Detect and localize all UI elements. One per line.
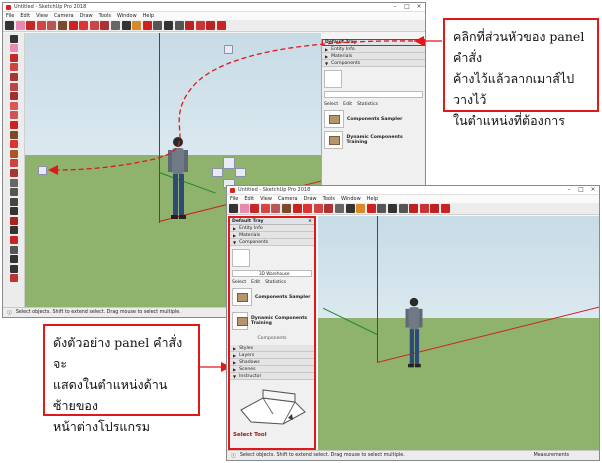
search-input[interactable]: 3D Warehouse — [259, 271, 290, 276]
info-icon: ⓘ — [231, 454, 236, 459]
eraser-icon[interactable] — [239, 204, 249, 213]
move-tool-icon[interactable] — [292, 204, 302, 213]
orbit-icon[interactable] — [366, 204, 376, 213]
text-tool-icon[interactable] — [345, 204, 355, 213]
component-preview — [232, 249, 250, 267]
panel-components[interactable]: ▼ Components — [230, 239, 314, 246]
component-name: Dynamic Components Training — [250, 316, 308, 326]
tray-close-icon[interactable]: × — [308, 219, 312, 224]
minimize-icon[interactable]: – — [563, 186, 575, 194]
menu-file[interactable]: File — [230, 196, 238, 202]
scale-tool-icon[interactable] — [313, 204, 323, 213]
close-icon[interactable]: × — [587, 186, 599, 194]
paint-bucket-icon[interactable] — [356, 204, 366, 213]
measurements-label: Measurements — [533, 453, 569, 458]
select-tool-icon[interactable] — [229, 204, 238, 213]
panel-layers[interactable]: ▶ Layers — [230, 352, 314, 359]
callout-line: แสดงในตำแหน่งด้านซ้ายของ — [53, 377, 168, 413]
panel-shadows[interactable]: ▶ Shadows — [230, 359, 314, 366]
callout-line: คลิกที่ส่วนหัวของ panel คำสั่ง — [453, 29, 585, 65]
expand-arrow-icon: ▶ — [233, 359, 237, 365]
pan-icon[interactable] — [377, 204, 387, 213]
menu-help[interactable]: Help — [367, 196, 378, 202]
3d-viewport[interactable] — [318, 216, 599, 450]
tray-title: Default Tray — [232, 218, 264, 224]
line-tool-icon[interactable] — [250, 204, 260, 213]
blue-axis — [377, 216, 378, 362]
callout-line: ดังตัวอย่าง panel คำสั่งจะ — [53, 335, 183, 371]
panel-label: Layers — [239, 352, 255, 358]
warehouse-icon[interactable] — [409, 204, 419, 213]
collapse-arrow-icon: ▼ — [233, 373, 237, 379]
status-bar: ⓘ Select objects. Shift to extend select… — [227, 450, 599, 460]
search-bar[interactable]: 3D Warehouse — [232, 270, 312, 277]
panel-scenes[interactable]: ▶ Scenes — [230, 366, 314, 373]
expand-arrow-icon: ▶ — [233, 366, 237, 372]
zoom-icon[interactable] — [387, 204, 397, 213]
panel-styles[interactable]: ▶ Styles — [230, 345, 314, 352]
status-text: Select objects. Shift to extend select. … — [239, 453, 405, 458]
expand-arrow-icon: ▶ — [233, 225, 237, 231]
panel-label: Materials — [239, 232, 261, 238]
component-item[interactable]: Dynamic Components Training — [232, 312, 312, 330]
expand-arrow-icon: ▶ — [233, 232, 237, 238]
menu-bar: File Edit View Camera Draw Tools Window … — [227, 195, 599, 203]
tab-edit[interactable]: Edit — [251, 280, 260, 285]
title-bar: Untitled - SketchUp Pro 2018 – □ × — [227, 186, 599, 195]
component-item[interactable]: Components Sampler — [232, 288, 312, 306]
sketchup-window-bottom: Untitled - SketchUp Pro 2018 – □ × File Ed… — [226, 185, 600, 461]
pushpull-icon[interactable] — [281, 204, 291, 213]
panel-label: Components — [239, 239, 269, 245]
collapse-arrow-icon: ▼ — [233, 239, 237, 245]
expand-arrow-icon: ▶ — [233, 345, 237, 351]
extension-warehouse-icon[interactable] — [419, 204, 429, 213]
zoom-extents-icon[interactable] — [398, 204, 408, 213]
callout-line: ค้างไว้แล้วลากเมาส์ไปวางไว้ — [453, 71, 575, 107]
default-tray-docked-left: Default Tray × ▶ Entity Info ▶ Materials ▼… — [228, 216, 316, 450]
ground — [318, 318, 599, 450]
panel-label: Entity Info — [239, 225, 263, 231]
rotate-tool-icon[interactable] — [303, 204, 313, 213]
window-title: Untitled - SketchUp Pro 2018 — [238, 187, 311, 193]
callout-line: ในตำแหน่งที่ต้องการ — [453, 113, 565, 128]
component-name: Components Sampler — [255, 294, 311, 300]
maximize-icon[interactable]: □ — [575, 186, 587, 194]
callout-top: คลิกที่ส่วนหัวของ panel คำสั่ง ค้างไว้แล… — [443, 18, 599, 128]
panel-label: Instructor — [239, 373, 262, 379]
main-toolbar — [227, 203, 599, 215]
tray-header[interactable]: Default Tray × — [230, 218, 314, 225]
shape-tool-icon[interactable] — [271, 204, 281, 213]
callout-bottom: ดังตัวอย่าง panel คำสั่งจะ แสดงในตำแหน่ง… — [43, 324, 200, 434]
component-thumbnail — [232, 288, 252, 306]
sky — [318, 216, 599, 318]
person-figure — [405, 297, 423, 368]
menu-camera[interactable]: Camera — [278, 196, 298, 202]
menu-edit[interactable]: Edit — [244, 196, 254, 202]
instructor-illustration — [240, 389, 306, 425]
menu-window[interactable]: Window — [341, 196, 361, 202]
layout-icon[interactable] — [430, 204, 440, 213]
menu-view[interactable]: View — [260, 196, 272, 202]
sketchup-app-icon — [230, 187, 235, 193]
tab-select[interactable]: Select — [232, 280, 246, 285]
component-thumbnail — [232, 312, 248, 330]
panel-materials[interactable]: ▶ Materials — [230, 232, 314, 239]
panel-label: Styles — [239, 345, 254, 351]
component-tabs: Select Edit Statistics — [230, 280, 314, 285]
callout-line: หน้าต่างโปรแกรม — [53, 419, 150, 434]
extension-manager-icon[interactable] — [440, 204, 450, 213]
tab-statistics[interactable]: Statistics — [265, 280, 286, 285]
panel-instructor[interactable]: ▼ Instructor — [230, 373, 314, 380]
menu-draw[interactable]: Draw — [304, 196, 317, 202]
arc-tool-icon[interactable] — [260, 204, 270, 213]
instructor-caption: Select Tool — [233, 432, 267, 438]
panel-entity-info[interactable]: ▶ Entity Info — [230, 225, 314, 232]
tape-measure-icon[interactable] — [334, 204, 344, 213]
menu-tools[interactable]: Tools — [323, 196, 335, 202]
expand-arrow-icon: ▶ — [233, 352, 237, 358]
components-section-label: Components — [257, 336, 287, 341]
panel-label: Scenes — [239, 366, 256, 372]
panel-label: Shadows — [239, 359, 260, 365]
offset-tool-icon[interactable] — [324, 204, 334, 213]
